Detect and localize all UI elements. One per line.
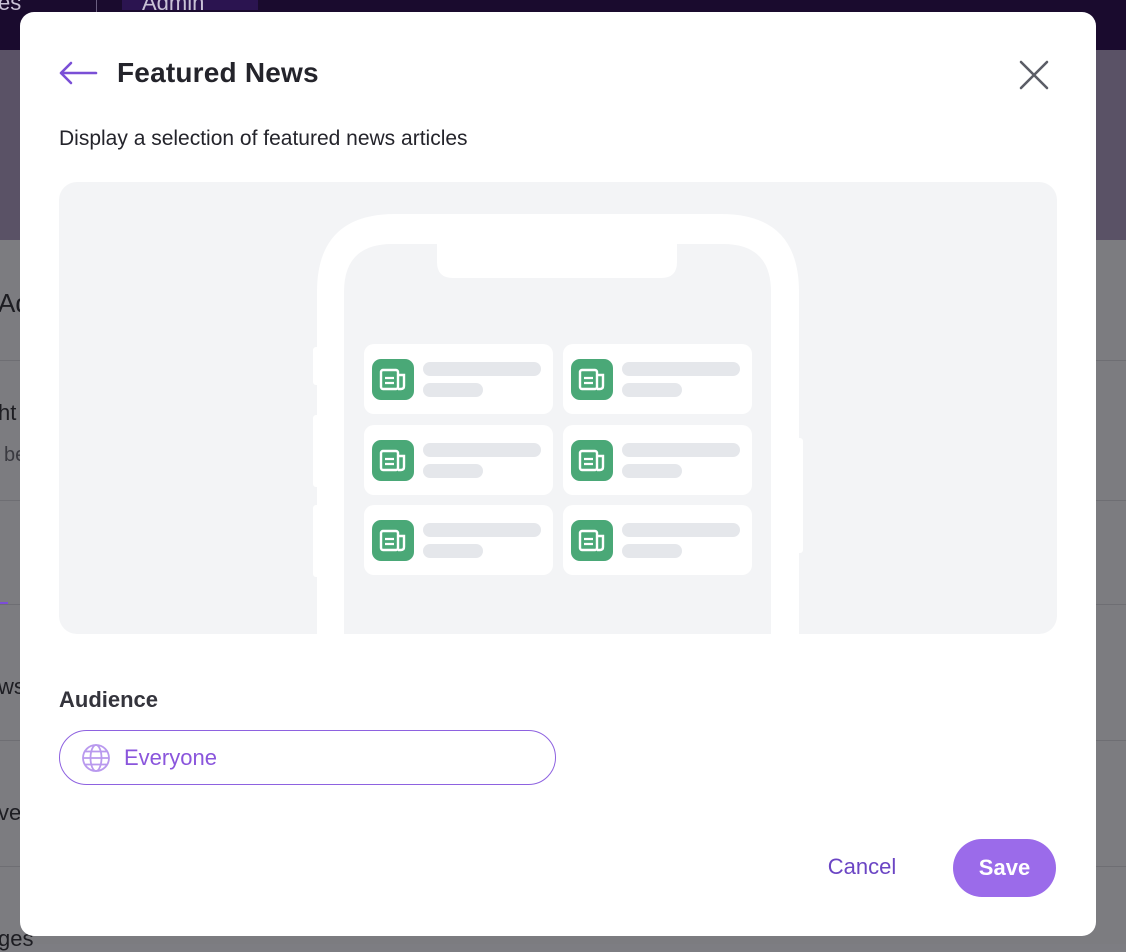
back-button[interactable] xyxy=(56,56,100,90)
background-nav-label: es xyxy=(0,0,22,15)
news-tile-placeholder xyxy=(364,344,553,414)
cancel-button[interactable]: Cancel xyxy=(806,842,918,892)
news-tile-placeholder xyxy=(364,505,553,575)
modal-title: Featured News xyxy=(117,57,319,88)
newspaper-icon xyxy=(372,359,414,400)
audience-value: Everyone xyxy=(124,744,217,770)
news-tile-placeholder xyxy=(563,425,752,495)
background-list-item: ve xyxy=(0,800,22,825)
close-button[interactable] xyxy=(1014,55,1054,95)
globe-icon xyxy=(80,742,112,774)
news-tile-placeholder xyxy=(364,425,553,495)
newspaper-icon xyxy=(372,520,414,561)
close-icon xyxy=(1019,60,1049,90)
save-button[interactable]: Save xyxy=(953,839,1056,897)
phone-mockup-illustration xyxy=(313,214,803,634)
news-tile-placeholder xyxy=(563,505,752,575)
audience-label: Audience xyxy=(59,687,159,712)
newspaper-icon xyxy=(372,440,414,481)
featured-news-modal: Featured News Display a selection of fea… xyxy=(20,12,1096,936)
modal-description: Display a selection of featured news art… xyxy=(59,127,468,150)
newspaper-icon xyxy=(571,440,613,481)
arrow-left-icon xyxy=(59,61,98,85)
widget-preview xyxy=(59,182,1057,634)
newspaper-icon xyxy=(571,359,613,400)
audience-selector[interactable]: Everyone xyxy=(59,730,556,785)
news-tile-placeholder xyxy=(563,344,752,414)
background-item-title: ht xyxy=(0,400,17,425)
newspaper-icon xyxy=(571,520,613,561)
